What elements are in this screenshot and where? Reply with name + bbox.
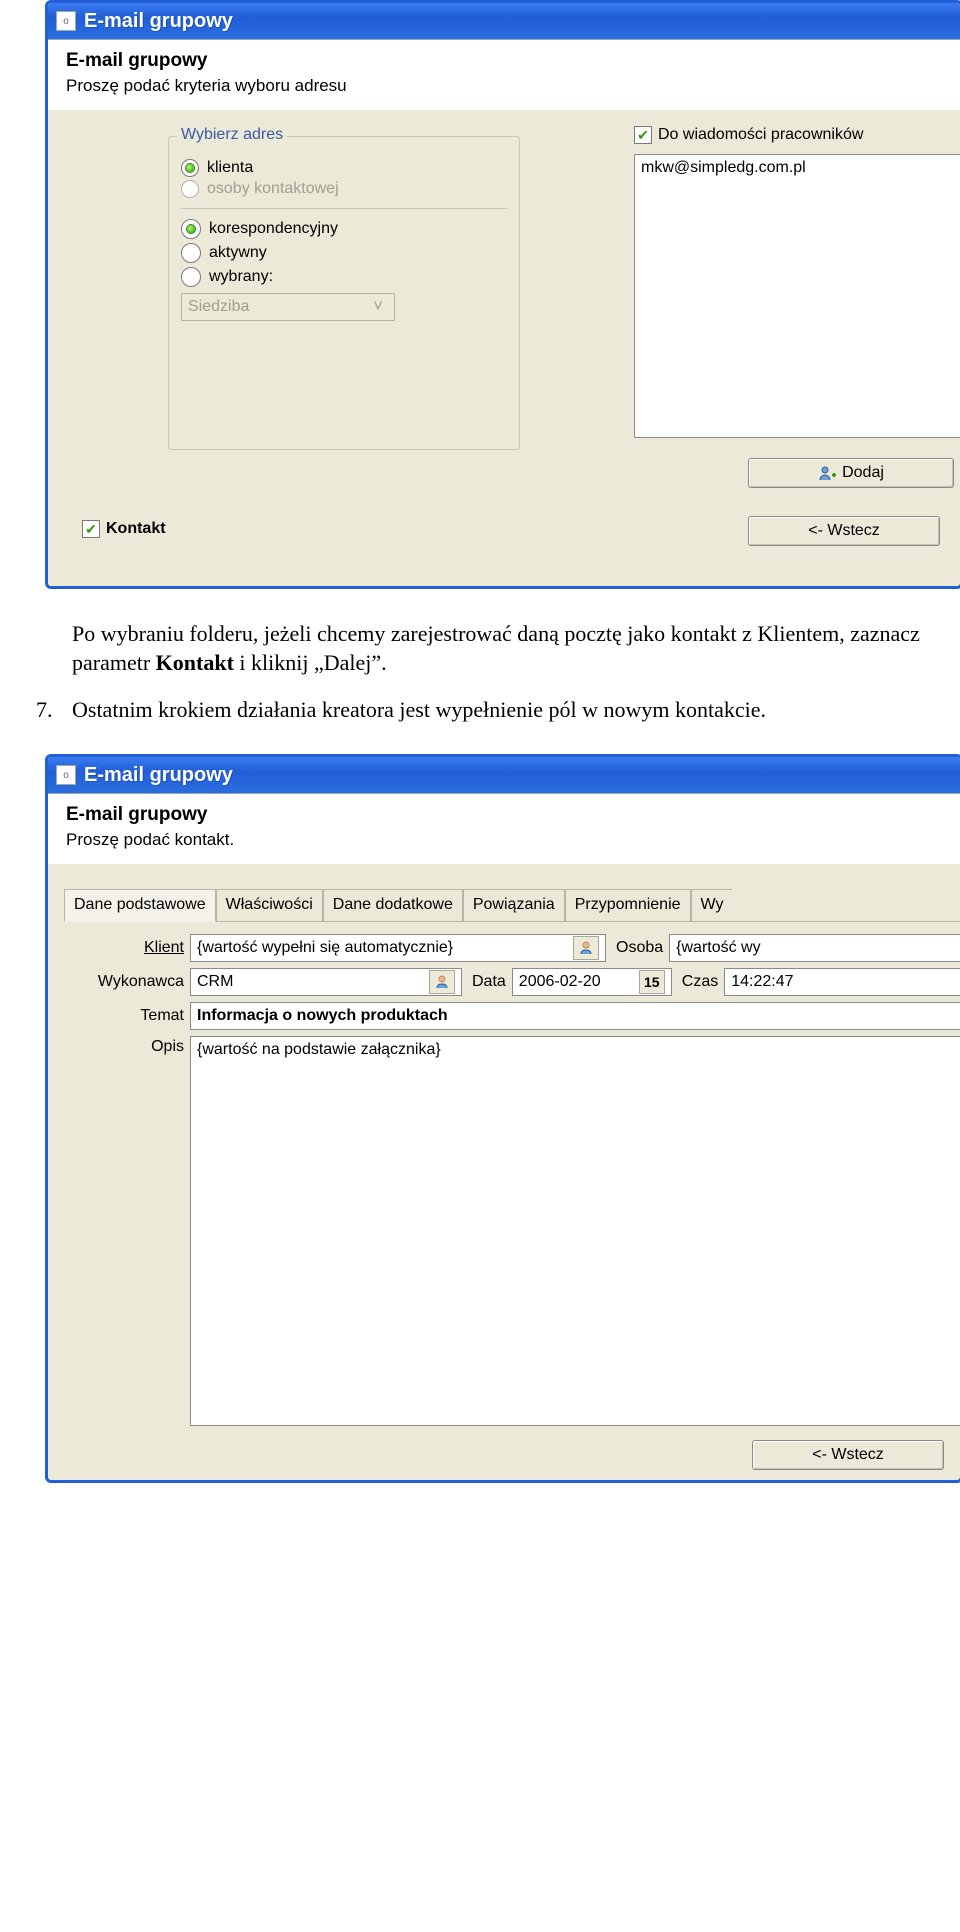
value-czas: 14:22:47	[731, 973, 793, 991]
wizard-subtitle-2: Proszę podać kontakt.	[66, 830, 942, 850]
radio-osoby	[181, 180, 199, 198]
tab-wy[interactable]: Wy	[691, 889, 733, 921]
radio-aktywny[interactable]	[181, 243, 201, 263]
label-opis: Opis	[64, 1036, 190, 1056]
value-temat: Informacja o nowych produktach	[197, 1007, 448, 1025]
radio-osoby-row: osoby kontaktowej	[181, 180, 507, 198]
wizard-title-2: E-mail grupowy	[66, 804, 942, 826]
titlebar[interactable]: o E-mail grupowy	[48, 3, 960, 39]
back-button-2[interactable]: <- Wstecz	[752, 1440, 944, 1470]
group-separator	[181, 208, 507, 209]
label-data: Data	[462, 973, 512, 991]
wizard-header-2: E-mail grupowy Proszę podać kontakt.	[48, 793, 960, 864]
add-button-label: Dodaj	[842, 464, 884, 482]
doc-para-text-2: i kliknij „Dalej”.	[234, 650, 387, 675]
wizard-footer-2: <- Wstecz	[48, 1432, 960, 1480]
chevron-down-icon: ˅	[368, 298, 388, 316]
tab-powiazania[interactable]: Powiązania	[463, 889, 565, 921]
radio-wybrany-label: wybrany:	[209, 268, 273, 286]
field-klient[interactable]: {wartość wypełni się automatycznie}	[190, 934, 606, 962]
back-button[interactable]: <- Wstecz	[748, 516, 940, 546]
label-czas: Czas	[672, 973, 724, 991]
cc-employees-label: Do wiadomości pracowników	[658, 126, 863, 144]
radio-klienta-label: klienta	[207, 159, 253, 177]
wizard-window-1: o E-mail grupowy E-mail grupowy Proszę p…	[45, 0, 960, 589]
kontakt-label: Kontakt	[106, 520, 166, 538]
calendar-picker-icon[interactable]: 15	[639, 970, 665, 994]
person-picker-icon-2[interactable]	[429, 970, 455, 994]
radio-koresp-row[interactable]: korespondencyjny	[181, 219, 507, 239]
back-button-2-label: <- Wstecz	[812, 1446, 884, 1464]
radio-koresp-label: korespondencyjny	[209, 220, 338, 238]
person-add-icon	[818, 465, 836, 481]
wizard-subtitle: Proszę podać kryteria wyboru adresu	[66, 76, 942, 96]
address-type-value: Siedziba	[188, 298, 249, 316]
window-title-2: E-mail grupowy	[84, 764, 233, 787]
radio-aktywny-row[interactable]: aktywny	[181, 243, 507, 263]
address-type-select[interactable]: Siedziba ˅	[181, 293, 395, 321]
radio-koresp[interactable]	[181, 219, 201, 239]
value-data: 2006-02-20	[519, 973, 601, 991]
cc-employee-value: mkw@simpledg.com.pl	[641, 159, 959, 177]
field-osoba[interactable]: {wartość wy	[669, 934, 960, 962]
add-button[interactable]: Dodaj	[748, 458, 954, 488]
value-wykonawca: CRM	[197, 973, 233, 991]
wizard-window-2: o E-mail grupowy E-mail grupowy Proszę p…	[45, 754, 960, 1483]
address-group-legend: Wybierz adres	[177, 126, 287, 144]
cc-employees-list[interactable]: mkw@simpledg.com.pl	[634, 154, 960, 438]
label-osoba: Osoba	[606, 939, 669, 957]
doc-list-item-7: 7. Ostatnim krokiem działania kreatora j…	[72, 695, 950, 724]
label-temat: Temat	[64, 1007, 190, 1025]
cc-employees-check[interactable]: ✔ Do wiadomości pracowników	[634, 126, 863, 144]
list-number: 7.	[36, 695, 53, 724]
tab-dane-podstawowe[interactable]: Dane podstawowe	[64, 889, 216, 922]
tab-wlasciwosci[interactable]: Właściwości	[216, 889, 323, 921]
titlebar-2[interactable]: o E-mail grupowy	[48, 757, 960, 793]
tab-panel-dane-podstawowe: Klient {wartość wypełni się automatyczni…	[64, 922, 960, 1426]
radio-osoby-label: osoby kontaktowej	[207, 180, 339, 198]
value-osoba: {wartość wy	[676, 939, 760, 957]
value-opis: {wartość na podstawie załącznika}	[197, 1041, 441, 1058]
address-groupbox: Wybierz adres klienta osoby kontaktowej …	[168, 136, 520, 450]
field-wykonawca[interactable]: CRM	[190, 968, 462, 996]
app-icon: o	[56, 11, 76, 31]
app-icon-2: o	[56, 765, 76, 785]
kontakt-checkbox[interactable]: ✔	[82, 520, 100, 538]
back-button-label: <- Wstecz	[808, 522, 880, 540]
doc-bold-kontakt: Kontakt	[156, 650, 234, 675]
list-item-text: Ostatnim krokiem działania kreatora jest…	[72, 697, 766, 722]
radio-klienta-row[interactable]: klienta	[181, 159, 507, 177]
document-body: Po wybraniu folderu, jeżeli chcemy zarej…	[0, 589, 960, 754]
wizard-header: E-mail grupowy Proszę podać kryteria wyb…	[48, 39, 960, 110]
field-temat[interactable]: Informacja o nowych produktach	[190, 1002, 960, 1030]
cc-employees-checkbox[interactable]: ✔	[634, 126, 652, 144]
tab-przypomnienie[interactable]: Przypomnienie	[565, 889, 691, 921]
radio-klienta[interactable]	[181, 159, 199, 177]
wizard-footer: ✔ Kontakt <- Wstecz	[48, 516, 960, 586]
person-picker-icon[interactable]	[573, 936, 599, 960]
tab-strip: Dane podstawowe Właściwości Dane dodatko…	[64, 888, 960, 922]
radio-aktywny-label: aktywny	[209, 244, 267, 262]
tab-dane-dodatkowe[interactable]: Dane dodatkowe	[323, 889, 463, 921]
radio-wybrany[interactable]	[181, 267, 201, 287]
radio-wybrany-row[interactable]: wybrany:	[181, 267, 507, 287]
label-klient: Klient	[64, 939, 190, 957]
value-klient: {wartość wypełni się automatycznie}	[197, 939, 453, 957]
label-wykonawca: Wykonawca	[64, 973, 190, 991]
window-title: E-mail grupowy	[84, 10, 233, 33]
field-czas[interactable]: 14:22:47	[724, 968, 960, 996]
field-data[interactable]: 2006-02-20 15	[512, 968, 672, 996]
wizard-title: E-mail grupowy	[66, 50, 942, 72]
field-opis[interactable]: {wartość na podstawie załącznika}	[190, 1036, 960, 1426]
kontakt-check[interactable]: ✔ Kontakt	[82, 520, 166, 538]
doc-para-1: Po wybraniu folderu, jeżeli chcemy zarej…	[72, 619, 950, 677]
